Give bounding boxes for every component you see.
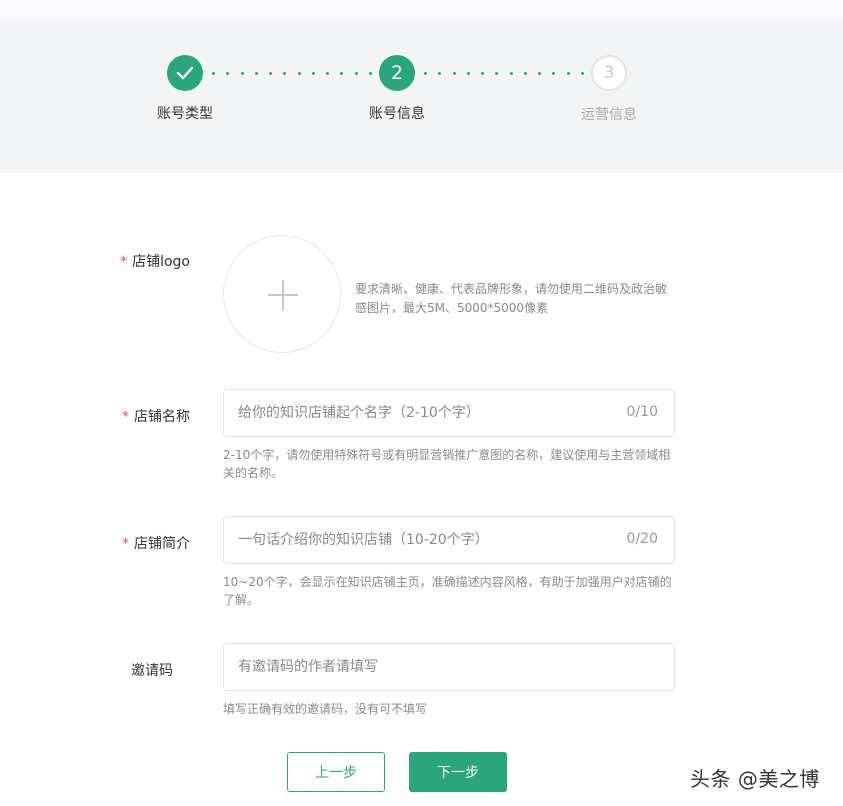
shop-name-hint: 2-10个字，请勿使用特殊符号或有明显营销推广意图的名称，建议使用与主营领域相关…: [223, 448, 671, 480]
step-2-label: 账号信息: [369, 106, 425, 122]
invite-code-field: [223, 643, 675, 691]
shop-name-label-text: 店铺名称: [134, 409, 190, 425]
step-2-active: 2: [379, 55, 415, 91]
invite-code-hint: 填写正确有效的邀请码，没有可不填写: [223, 702, 428, 716]
step-connector-2: [424, 72, 584, 76]
shop-intro-counter: 0/20: [626, 531, 658, 547]
top-strip: [0, 0, 843, 18]
invite-code-input[interactable]: [238, 644, 598, 690]
shop-intro-hint: 10~20个字，会显示在知识店铺主页，准确描述内容风格，有助于加强用户对店铺的了…: [223, 575, 672, 607]
required-mark: *: [122, 536, 129, 552]
invite-code-label: 邀请码: [131, 663, 173, 679]
plus-icon: [268, 280, 298, 310]
shop-name-counter: 0/10: [626, 404, 658, 420]
watermark: 头条 @美之博: [690, 767, 820, 791]
required-mark: *: [122, 409, 129, 425]
prev-step-button[interactable]: 上一步: [287, 752, 385, 792]
shop-intro-label: * 店铺简介: [100, 533, 190, 553]
shop-intro-label-text: 店铺简介: [134, 536, 190, 552]
step-3-number: 3: [603, 63, 615, 83]
required-mark: *: [120, 254, 128, 270]
logo-hint: 要求清晰、健康、代表品牌形象，请勿使用二维码及政治敏感图片，最大5M、5000*…: [355, 282, 668, 315]
shop-intro-field: 0/20: [223, 516, 675, 564]
shop-name-field: 0/10: [223, 389, 675, 437]
next-step-button[interactable]: 下一步: [409, 752, 507, 792]
logo-label-text: 店铺logo: [132, 254, 190, 270]
step-3-pending: 3: [591, 55, 627, 91]
step-1-done: [167, 55, 203, 91]
check-icon: [176, 66, 194, 80]
step-3-label: 运营信息: [581, 107, 637, 123]
shop-name-label: * 店铺名称: [100, 406, 190, 426]
step-connector-1: [212, 72, 372, 76]
shop-name-input[interactable]: [238, 390, 598, 436]
stepper-panel: [0, 18, 843, 173]
step-2-number: 2: [390, 62, 404, 84]
shop-intro-input[interactable]: [238, 517, 598, 563]
logo-uploader[interactable]: [223, 235, 341, 353]
step-1-label: 账号类型: [157, 106, 213, 122]
logo-label: * 店铺logo: [100, 251, 190, 271]
